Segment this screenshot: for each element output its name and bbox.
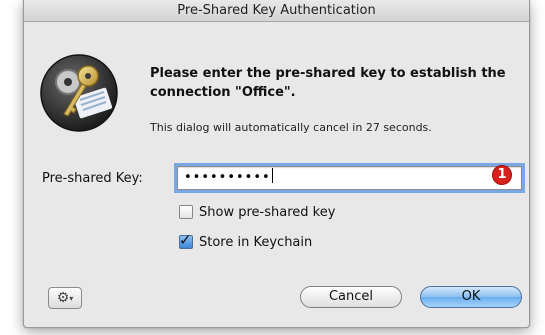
pre-shared-key-label: Pre-shared Key:	[42, 171, 143, 186]
gear-icon: ⚙	[56, 290, 70, 306]
store-keychain-option[interactable]: ✓ Store in Keychain	[179, 231, 313, 251]
store-keychain-label: Store in Keychain	[199, 234, 313, 250]
pre-shared-key-input[interactable]: ••••••••••	[177, 166, 522, 190]
show-key-checkbox[interactable]	[179, 205, 193, 219]
gear-menu-button[interactable]: ⚙▾	[48, 287, 82, 309]
countdown-text: This dialog will automatically cancel in…	[150, 121, 432, 134]
pre-shared-key-value: ••••••••••	[184, 170, 271, 185]
window-title: Pre-Shared Key Authentication	[24, 0, 529, 22]
annotation-badge: 1	[492, 165, 512, 185]
keychain-icon	[38, 52, 120, 134]
dialog-heading: Please enter the pre-shared key to estab…	[150, 66, 506, 100]
dialog-window: Pre-Shared Key Authentication Please ent…	[23, 0, 530, 328]
cancel-button[interactable]: Cancel	[300, 286, 402, 308]
checkmark-icon: ✓	[179, 231, 192, 249]
show-key-option[interactable]: Show pre-shared key	[179, 203, 335, 221]
dropdown-arrow-icon: ▾	[69, 294, 74, 303]
text-caret	[271, 168, 273, 183]
show-key-label: Show pre-shared key	[199, 204, 336, 220]
ok-button[interactable]: OK	[420, 286, 522, 308]
store-keychain-checkbox[interactable]: ✓	[179, 231, 193, 249]
